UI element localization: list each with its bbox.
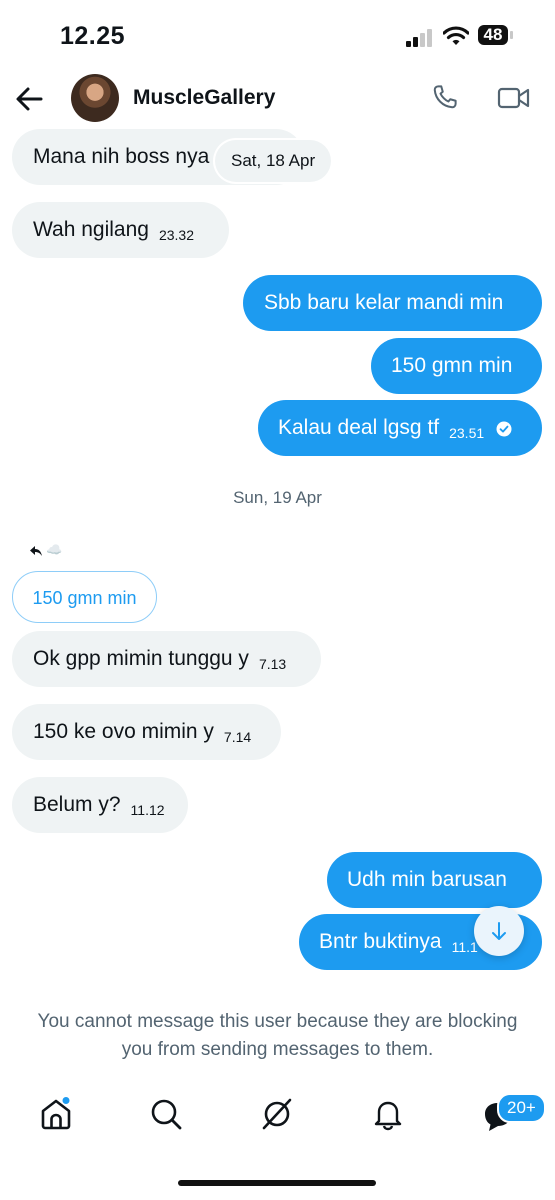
message-bubble-sent[interactable]: 150 gmn min [371,338,542,394]
message-text: 150 gmn min [391,354,513,377]
avatar[interactable] [71,74,119,122]
message-bubble-received[interactable]: 150 ke ovo mimin y 7.14 [12,704,281,760]
reply-preview-pill[interactable]: 150 gmn min [12,571,157,623]
status-time: 12.25 [60,22,126,50]
message-text: Mana nih boss nya [33,145,210,168]
message-bubble-received[interactable]: Wah ngilang 23.32 [12,202,229,258]
message-bubble-received[interactable]: Belum y? 11.12 [12,777,188,833]
message-text: Belum y? [33,793,121,816]
conversation-title[interactable]: MuscleGallery [133,86,275,110]
messages-unread-badge: 20+ [497,1093,546,1123]
home-indicator [178,1180,376,1186]
scroll-to-bottom-button[interactable] [474,906,524,956]
read-check-icon [496,421,512,437]
phone-call-icon[interactable] [430,82,460,112]
message-bubble-sent[interactable]: Kalau deal lgsg tf 23.51 [258,400,542,456]
sticky-date-label: Sat, 18 Apr [215,140,332,182]
back-arrow-icon[interactable] [14,84,44,114]
notifications-bell-icon[interactable] [371,1097,405,1131]
search-icon[interactable] [149,1097,183,1131]
home-icon[interactable] [39,1097,73,1131]
battery-icon: 48 [478,25,514,47]
message-text: Udh min barusan [347,868,507,891]
message-text: Sbb baru kelar mandi min [264,291,504,314]
message-timestamp: 7.13 [258,656,287,672]
cellular-signal-icon [406,29,434,47]
wifi-icon [443,26,469,45]
message-bubble-received[interactable]: Ok gpp mimin tunggu y 7.13 [12,631,321,687]
message-text: Bntr buktinya [319,930,442,953]
message-bubble-sent[interactable]: Udh min barusan [327,852,542,908]
message-text: 150 ke ovo mimin y [33,720,214,743]
message-text: Kalau deal lgsg tf [278,416,440,439]
message-text: Wah ngilang [33,218,149,241]
message-timestamp: 23.32 [158,227,195,243]
message-timestamp: 7.14 [223,729,252,745]
message-text: Ok gpp mimin tunggu y [33,647,249,670]
date-separator: Sun, 19 Apr [233,488,322,507]
reply-arrow-icon [30,546,42,556]
blocked-notice: You cannot message this user because the… [37,1011,518,1060]
video-call-icon[interactable] [497,84,531,112]
message-timestamp: 23.51 [449,425,485,441]
message-bubble-sent[interactable]: Sbb baru kelar mandi min [243,275,542,331]
grok-icon[interactable] [260,1097,294,1131]
arrow-down-icon [492,922,506,940]
reply-reaction-emoji: ☁️ [46,542,63,557]
battery-level: 48 [478,25,508,45]
message-timestamp: 11.12 [130,802,165,818]
